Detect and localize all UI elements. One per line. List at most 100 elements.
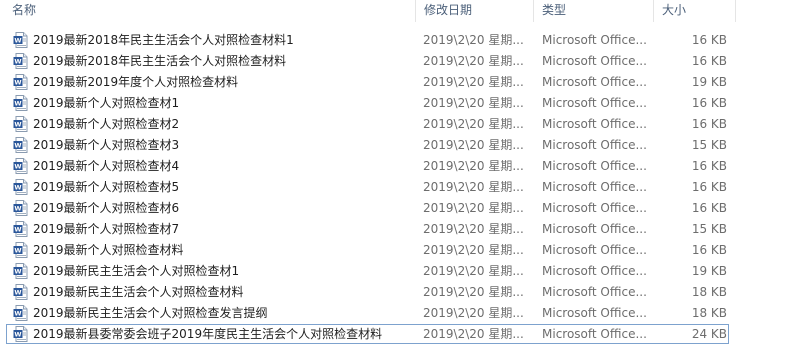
svg-text:W: W [14, 247, 21, 255]
file-type: Microsoft Office... [542, 54, 647, 68]
file-type: Microsoft Office... [542, 96, 647, 110]
word-doc-icon: W [13, 74, 29, 90]
file-row[interactable]: W 2019最新个人对照检查材5 2019\2\20 星期... Microsoft … [0, 177, 804, 198]
file-date: 2019\2\20 星期... [423, 96, 524, 110]
file-size: 16 KB [691, 33, 727, 47]
file-size: 24 KB [691, 327, 727, 341]
column-header-size[interactable]: 大小 [654, 0, 736, 22]
svg-text:W: W [14, 142, 21, 150]
file-row[interactable]: W 2019最新2018年民主生活会个人对照检查材料 2019\2\20 星期...… [0, 51, 804, 72]
word-doc-icon: W [13, 53, 29, 69]
word-doc-icon: W [13, 305, 29, 321]
file-size: 18 KB [691, 306, 727, 320]
file-name: 2019最新个人对照检查材1 [33, 96, 180, 110]
file-name: 2019最新个人对照检查材料 [33, 243, 184, 257]
file-row[interactable]: W 2019最新2019年度个人对照检查材料 2019\2\20 星期... Micr… [0, 72, 804, 93]
word-doc-icon: W [13, 326, 29, 342]
file-type: Microsoft Office... [542, 33, 647, 47]
file-date: 2019\2\20 星期... [423, 117, 524, 131]
word-doc-icon: W [13, 263, 29, 279]
file-type: Microsoft Office... [542, 264, 647, 278]
file-type: Microsoft Office... [542, 201, 647, 215]
svg-text:W: W [14, 79, 21, 87]
file-type: Microsoft Office... [542, 306, 647, 320]
file-size: 16 KB [691, 117, 727, 131]
file-name: 2019最新民主生活会个人对照检查材1 [33, 264, 240, 278]
file-date: 2019\2\20 星期... [423, 306, 524, 320]
word-doc-icon: W [13, 200, 29, 216]
file-row[interactable]: W 2019最新县委常委会班子2019年度民主生活会个人对照检查材料 2019\2\… [0, 324, 804, 345]
svg-text:W: W [14, 289, 21, 297]
file-date: 2019\2\20 星期... [423, 33, 524, 47]
svg-text:W: W [14, 331, 21, 339]
file-date: 2019\2\20 星期... [423, 222, 524, 236]
file-row[interactable]: W 2019最新2018年民主生活会个人对照检查材料1 2019\2\20 星期..… [0, 30, 804, 51]
svg-text:W: W [14, 310, 21, 318]
file-name: 2019最新2018年民主生活会个人对照检查材料 [33, 54, 287, 68]
file-type: Microsoft Office... [542, 180, 647, 194]
svg-text:W: W [14, 226, 21, 234]
file-row[interactable]: W 2019最新个人对照检查材2 2019\2\20 星期... Microsoft … [0, 114, 804, 135]
word-doc-icon: W [13, 158, 29, 174]
word-doc-icon: W [13, 95, 29, 111]
file-size: 16 KB [691, 96, 727, 110]
file-date: 2019\2\20 星期... [423, 159, 524, 173]
word-doc-icon: W [13, 137, 29, 153]
column-header-type[interactable]: 类型 [534, 0, 654, 22]
file-type: Microsoft Office... [542, 327, 647, 341]
file-date: 2019\2\20 星期... [423, 75, 524, 89]
svg-text:W: W [14, 100, 21, 108]
file-size: 16 KB [691, 180, 727, 194]
file-type: Microsoft Office... [542, 75, 647, 89]
word-doc-icon: W [13, 284, 29, 300]
file-size: 16 KB [691, 243, 727, 257]
file-row[interactable]: W 2019最新个人对照检查材4 2019\2\20 星期... Microsoft … [0, 156, 804, 177]
file-date: 2019\2\20 星期... [423, 327, 524, 341]
file-name: 2019最新个人对照检查材4 [33, 159, 180, 173]
file-name: 2019最新2018年民主生活会个人对照检查材料1 [33, 33, 294, 47]
file-type: Microsoft Office... [542, 285, 647, 299]
file-type: Microsoft Office... [542, 222, 647, 236]
file-date: 2019\2\20 星期... [423, 201, 524, 215]
file-name: 2019最新个人对照检查材6 [33, 201, 180, 215]
file-row[interactable]: W 2019最新个人对照检查材料 2019\2\20 星期... Microsoft … [0, 240, 804, 261]
file-name: 2019最新民主生活会个人对照检查发言提纲 [33, 306, 268, 320]
file-type: Microsoft Office... [542, 159, 647, 173]
file-date: 2019\2\20 星期... [423, 138, 524, 152]
svg-text:W: W [14, 58, 21, 66]
file-type: Microsoft Office... [542, 117, 647, 131]
file-row[interactable]: W 2019最新民主生活会个人对照检查发言提纲 2019\2\20 星期... Mic… [0, 303, 804, 324]
column-header-date[interactable]: 修改日期 [416, 0, 534, 22]
file-size: 16 KB [691, 54, 727, 68]
word-doc-icon: W [13, 32, 29, 48]
file-date: 2019\2\20 星期... [423, 264, 524, 278]
file-name: 2019最新民主生活会个人对照检查材料 [33, 285, 244, 299]
word-doc-icon: W [13, 179, 29, 195]
svg-text:W: W [14, 121, 21, 129]
column-header-name[interactable]: 名称 [0, 0, 416, 22]
file-date: 2019\2\20 星期... [423, 243, 524, 257]
file-row[interactable]: W 2019最新个人对照检查材6 2019\2\20 星期... Microsoft … [0, 198, 804, 219]
file-size: 16 KB [691, 201, 727, 215]
file-list: W 2019最新2018年民主生活会个人对照检查材料1 2019\2\20 星期..… [0, 30, 804, 345]
file-name: 2019最新个人对照检查材2 [33, 117, 180, 131]
file-row[interactable]: W 2019最新民主生活会个人对照检查材料 2019\2\20 星期... Micro… [0, 282, 804, 303]
column-header-bar: 名称 修改日期 类型 大小 [0, 0, 804, 22]
svg-text:W: W [14, 184, 21, 192]
file-date: 2019\2\20 星期... [423, 180, 524, 194]
file-date: 2019\2\20 星期... [423, 285, 524, 299]
svg-text:W: W [14, 37, 21, 45]
file-type: Microsoft Office... [542, 243, 647, 257]
file-name: 2019最新个人对照检查材7 [33, 222, 180, 236]
word-doc-icon: W [13, 242, 29, 258]
file-row[interactable]: W 2019最新民主生活会个人对照检查材1 2019\2\20 星期... Micro… [0, 261, 804, 282]
file-size: 19 KB [691, 264, 727, 278]
file-size: 15 KB [691, 222, 727, 236]
word-doc-icon: W [13, 221, 29, 237]
file-row[interactable]: W 2019最新个人对照检查材7 2019\2\20 星期... Microsoft … [0, 219, 804, 240]
file-size: 18 KB [691, 285, 727, 299]
svg-text:W: W [14, 205, 21, 213]
file-row[interactable]: W 2019最新个人对照检查材3 2019\2\20 星期... Microsoft … [0, 135, 804, 156]
file-type: Microsoft Office... [542, 138, 647, 152]
file-row[interactable]: W 2019最新个人对照检查材1 2019\2\20 星期... Microsoft … [0, 93, 804, 114]
